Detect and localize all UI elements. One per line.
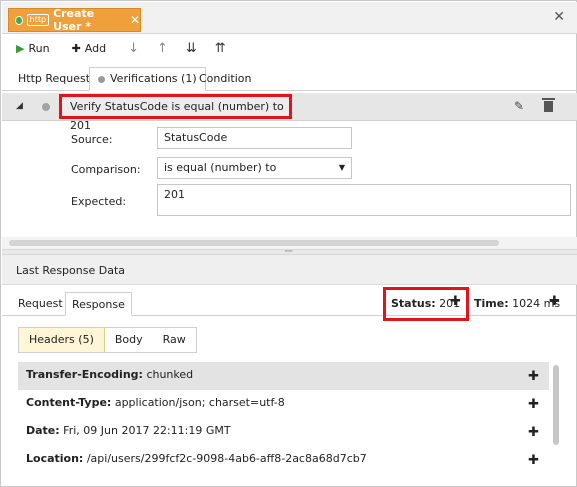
headers-list: Transfer-Encoding: chunked ✚ Content-Typ… [18, 362, 549, 474]
tab-http-request[interactable]: Http Request [10, 67, 98, 91]
verification-label: Verify StatusCode is equal (number) to 2… [59, 94, 292, 132]
add-status-verification-icon[interactable]: ✚ [450, 294, 461, 309]
response-view-segmented: Headers (5) Body Raw [18, 327, 197, 353]
add-time-verification-icon[interactable]: ✚ [549, 294, 560, 309]
expected-input[interactable]: 201 [157, 184, 571, 216]
document-tabstrip: http Create User * ✕ ✕ [2, 2, 577, 34]
grip-icon: ━━ [285, 248, 293, 255]
document-tab-create-user[interactable]: http Create User * ✕ [8, 7, 141, 33]
document-tab-title: Create User * [53, 7, 95, 33]
add-verification-icon[interactable]: ✚ [528, 364, 539, 390]
header-value: chunked [146, 368, 194, 381]
segment-headers[interactable]: Headers (5) [19, 328, 105, 352]
expected-label: Expected: [71, 195, 127, 208]
delete-icon[interactable] [542, 97, 555, 113]
status-dot-icon [42, 103, 50, 111]
last-response-header: Last Response Data [2, 255, 577, 285]
play-icon: ▶ [16, 41, 25, 55]
status-dot-icon [15, 15, 23, 25]
header-key: Location: [26, 452, 84, 465]
tab-request[interactable]: Request [12, 292, 69, 316]
tab-verifications-label: Verifications (1) [110, 72, 197, 85]
segment-raw[interactable]: Raw [152, 328, 196, 352]
add-button[interactable]: ✚ Add [72, 42, 107, 55]
add-verification-icon[interactable]: ✚ [528, 392, 539, 418]
source-label: Source: [71, 133, 113, 146]
add-label: Add [84, 41, 107, 55]
list-item[interactable]: Transfer-Encoding: chunked ✚ [18, 362, 549, 390]
comparison-select[interactable]: is equal (number) to ▼ [157, 157, 352, 179]
tab-condition[interactable]: Condition [191, 67, 260, 91]
header-value: application/json; charset=utf-8 [114, 396, 285, 409]
run-label: Run [28, 41, 50, 55]
close-icon[interactable]: ✕ [130, 13, 140, 27]
add-verification-icon[interactable]: ✚ [528, 420, 539, 446]
collapse-icon[interactable]: ◢ [16, 101, 23, 111]
header-key: Date: [26, 424, 60, 437]
status-label: Status: [391, 297, 436, 310]
segment-body[interactable]: Body [104, 328, 153, 352]
http-badge: http [26, 14, 50, 26]
status-dot-icon [98, 75, 105, 83]
chevron-down-icon: ▼ [338, 163, 345, 172]
source-input[interactable]: StatusCode [157, 127, 352, 149]
sort-descending-icon[interactable]: ⇊ [186, 41, 197, 56]
add-verification-icon[interactable]: ✚ [528, 448, 539, 474]
editor-window: http Create User * ✕ ✕ ▶ Run ✚ Add ↓ ↑ ⇊… [0, 0, 577, 487]
list-item[interactable]: Location: /api/users/299fcf2c-9098-4ab6-… [18, 446, 549, 474]
sort-ascending-icon[interactable]: ⇈ [215, 41, 226, 56]
move-down-icon[interactable]: ↓ [128, 41, 139, 56]
window-close-icon[interactable]: ✕ [553, 9, 565, 25]
plus-icon: ✚ [71, 41, 81, 55]
time-readout: Time: 1024 ms [474, 297, 560, 310]
list-item[interactable]: Date: Fri, 09 Jun 2017 22:11:19 GMT ✚ [18, 418, 549, 446]
comparison-value: is equal (number) to [164, 161, 277, 174]
tab-response[interactable]: Response [65, 292, 132, 316]
header-key: Content-Type: [26, 396, 112, 409]
horizontal-scrollbar[interactable] [9, 240, 499, 246]
header-value: /api/users/299fcf2c-9098-4ab6-aff8-2ac8a… [86, 452, 367, 465]
tab-verifications[interactable]: Verifications (1) [89, 67, 206, 91]
move-up-icon[interactable]: ↑ [157, 41, 168, 56]
run-button[interactable]: ▶ Run [16, 42, 50, 55]
comparison-label: Comparison: [71, 163, 141, 176]
time-label: Time: [474, 297, 509, 310]
header-value: Fri, 09 Jun 2017 22:11:19 GMT [63, 424, 231, 437]
list-item[interactable]: Content-Type: application/json; charset=… [18, 390, 549, 418]
toolbar: ▶ Run ✚ Add ↓ ↑ ⇊ ⇈ [2, 34, 577, 62]
header-key: Transfer-Encoding: [26, 368, 143, 381]
vertical-scrollbar[interactable] [553, 365, 559, 445]
editor-subtabs: Http Request Verifications (1) Condition [2, 67, 577, 91]
edit-icon[interactable]: ✎ [514, 99, 524, 113]
verification-row[interactable]: ◢ Verify StatusCode is equal (number) to… [2, 93, 577, 132]
